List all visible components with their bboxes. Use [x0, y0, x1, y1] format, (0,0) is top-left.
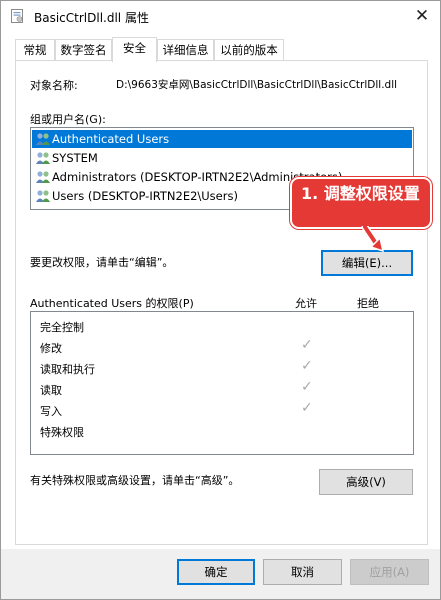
permission-row-write: 写入 — [40, 405, 62, 418]
security-panel: 对象名称: D:\9663安卓网\BasicCtrlDll\BasicCtrlD… — [15, 60, 428, 545]
users-group-icon — [36, 171, 50, 183]
deny-column-header: 拒绝 — [357, 297, 379, 310]
user-item-label: SYSTEM — [52, 151, 98, 165]
allow-check-icon: ✓ — [301, 400, 313, 416]
tab-previous-versions[interactable]: 以前的版本 — [214, 39, 284, 61]
permission-row-full-control: 完全控制 — [40, 321, 84, 334]
apply-button[interactable]: 应用(A) — [350, 559, 429, 585]
group-user-label: 组或用户名(G): — [30, 113, 106, 126]
cancel-button[interactable]: 取消 — [263, 559, 342, 585]
users-group-icon — [36, 133, 50, 145]
advanced-settings-hint: 有关特殊权限或高级设置，请单击“高级”。 — [30, 474, 240, 487]
permissions-list: 完全控制 修改 ✓ 读取和执行 ✓ 读取 ✓ 写入 ✓ 特殊权限 — [30, 311, 414, 455]
permissions-title: Authenticated Users 的权限(P) — [30, 297, 194, 310]
object-name-value: D:\9663安卓网\BasicCtrlDll\BasicCtrlDll\Bas… — [116, 79, 398, 91]
tab-security[interactable]: 安全 — [112, 37, 157, 62]
users-group-icon — [36, 152, 50, 164]
permission-row-read: 读取 — [40, 384, 62, 397]
annotation-callout: 1. 调整权限设置 — [290, 177, 432, 229]
close-icon[interactable]: ✕ — [409, 5, 435, 27]
permission-row-special: 特殊权限 — [40, 426, 84, 439]
object-name-label: 对象名称: — [30, 79, 78, 92]
user-item-authenticated-users[interactable]: Authenticated Users — [32, 130, 412, 148]
tab-digital-signatures[interactable]: 数字签名 — [55, 39, 112, 61]
advanced-button[interactable]: 高级(V) — [319, 469, 413, 495]
dll-file-icon — [11, 9, 23, 23]
ok-button[interactable]: 确定 — [177, 559, 255, 585]
allow-column-header: 允许 — [295, 297, 317, 310]
user-item-label: Authenticated Users — [52, 132, 170, 146]
permission-row-read-execute: 读取和执行 — [40, 363, 95, 376]
permission-row-modify: 修改 — [40, 342, 62, 355]
allow-check-icon: ✓ — [301, 337, 313, 353]
user-item-system[interactable]: SYSTEM — [32, 149, 412, 167]
change-permissions-hint: 要更改权限，请单击“编辑”。 — [30, 256, 174, 269]
annotation-arrow-icon — [361, 226, 385, 253]
tab-general[interactable]: 常规 — [15, 39, 55, 61]
allow-check-icon: ✓ — [301, 379, 313, 395]
users-group-icon — [36, 190, 50, 202]
properties-dialog: BasicCtrlDll.dll 属性 ✕ 常规 数字签名 安全 详细信息 以前… — [0, 0, 441, 600]
allow-check-icon: ✓ — [301, 358, 313, 374]
tab-details[interactable]: 详细信息 — [157, 39, 214, 61]
dialog-footer: 确定 取消 应用(A) — [1, 549, 440, 599]
title-bar: BasicCtrlDll.dll 属性 ✕ — [1, 1, 440, 31]
user-item-label: Users (DESKTOP-IRTN2E2\Users) — [52, 189, 238, 203]
window-title: BasicCtrlDll.dll 属性 — [34, 11, 149, 25]
